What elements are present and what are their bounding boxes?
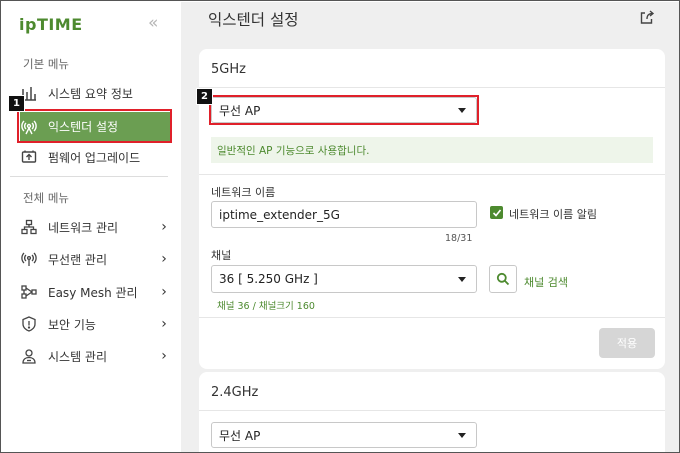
ssid-input[interactable]: iptime_extender_5G	[211, 201, 477, 228]
mode-select-value: 무선 AP	[219, 428, 261, 443]
full-menu-title: 전체 메뉴	[23, 191, 69, 205]
channel-info-text: 채널 36 / 채널크기 160	[217, 301, 315, 312]
chevron-right-icon: ›	[161, 284, 167, 300]
chevron-right-icon: ›	[161, 348, 167, 364]
ssid-label: 네트워크 이름	[211, 186, 276, 199]
sidebar-item-system-management[interactable]: 시스템 관리 ›	[20, 342, 170, 370]
sidebar-item-label: 시스템 요약 정보	[48, 86, 133, 101]
window-frame: ipTIME « 기본 메뉴 시스템 요약 정보 익스텐더 설정 1 펌웨어 업…	[0, 0, 680, 453]
card-divider	[199, 174, 665, 175]
sidebar-divider	[10, 176, 168, 177]
ssid-broadcast-label: 네트워크 이름 알림	[509, 208, 597, 221]
sidebar-item-firmware-upgrade[interactable]: 펌웨어 업그레이드	[20, 143, 170, 171]
sidebar-item-easy-mesh[interactable]: Easy Mesh 관리 ›	[20, 278, 170, 306]
caret-down-icon	[458, 277, 466, 282]
logo: ipTIME	[19, 15, 83, 34]
upgrade-icon	[20, 148, 38, 166]
channel-search-label[interactable]: 채널 검색	[524, 274, 568, 290]
channel-select[interactable]: 36 [ 5.250 GHz ]	[211, 265, 477, 293]
card-title-5ghz: 5GHz	[211, 62, 246, 77]
mesh-icon	[20, 283, 38, 301]
chevron-right-icon: ›	[161, 219, 167, 235]
mode-select-24ghz[interactable]: 무선 AP	[211, 422, 477, 448]
step-badge-1: 1	[8, 95, 25, 112]
network-icon	[20, 218, 38, 236]
chevron-right-icon: ›	[161, 251, 167, 267]
ssid-broadcast-checkbox[interactable]	[490, 206, 503, 219]
sidebar-item-label: 보안 기능	[48, 317, 96, 332]
page-title: 익스텐더 설정	[208, 11, 299, 29]
card-title-24ghz: 2.4GHz	[211, 385, 259, 400]
ssid-counter: 18/31	[445, 233, 473, 244]
sidebar: ipTIME « 기본 메뉴 시스템 요약 정보 익스텐더 설정 1 펌웨어 업…	[2, 2, 181, 452]
basic-menu-title: 기본 메뉴	[23, 57, 69, 71]
step-badge-2: 2	[196, 88, 213, 105]
highlight-box-1	[17, 109, 172, 143]
sidebar-item-wireless[interactable]: 무선랜 관리 ›	[20, 245, 170, 273]
card-24ghz: 2.4GHz 무선 AP	[199, 372, 665, 452]
card-divider	[199, 317, 665, 318]
mode-info-box: 일반적인 AP 기능으로 사용합니다.	[211, 137, 653, 163]
sidebar-item-system-summary[interactable]: 시스템 요약 정보	[20, 79, 170, 107]
share-icon[interactable]	[639, 9, 655, 29]
sidebar-item-security[interactable]: 보안 기능 ›	[20, 310, 170, 338]
sidebar-item-label: 네트워크 관리	[48, 220, 119, 235]
sidebar-item-label: 무선랜 관리	[48, 252, 108, 267]
card-5ghz: 5GHz 무선 AP 일반적인 AP 기능으로 사용합니다. 네트워크 이름 i…	[199, 49, 665, 369]
shield-icon	[20, 315, 38, 333]
channel-label: 채널	[211, 249, 232, 262]
channel-search-button[interactable]	[489, 265, 517, 293]
apply-button[interactable]: 적용	[599, 328, 655, 358]
sidebar-item-label: Easy Mesh 관리	[48, 285, 138, 300]
main-content: 익스텐더 설정 5GHz 무선 AP 일반적인 AP 기능으로 사용합니다. 네…	[181, 2, 679, 452]
card-divider	[199, 87, 665, 88]
card-divider	[199, 410, 665, 411]
collapse-sidebar-icon[interactable]: «	[148, 13, 158, 33]
sidebar-item-label: 펌웨어 업그레이드	[48, 150, 141, 165]
sidebar-item-label: 시스템 관리	[48, 349, 108, 364]
check-icon	[492, 208, 501, 217]
sidebar-item-network[interactable]: 네트워크 관리 ›	[20, 213, 170, 241]
caret-down-icon	[458, 433, 466, 438]
system-icon	[20, 347, 38, 365]
search-icon	[496, 272, 510, 286]
chevron-right-icon: ›	[161, 316, 167, 332]
highlight-box-2	[209, 95, 479, 125]
channel-select-value: 36 [ 5.250 GHz ]	[219, 272, 318, 286]
wireless-icon	[20, 250, 38, 268]
